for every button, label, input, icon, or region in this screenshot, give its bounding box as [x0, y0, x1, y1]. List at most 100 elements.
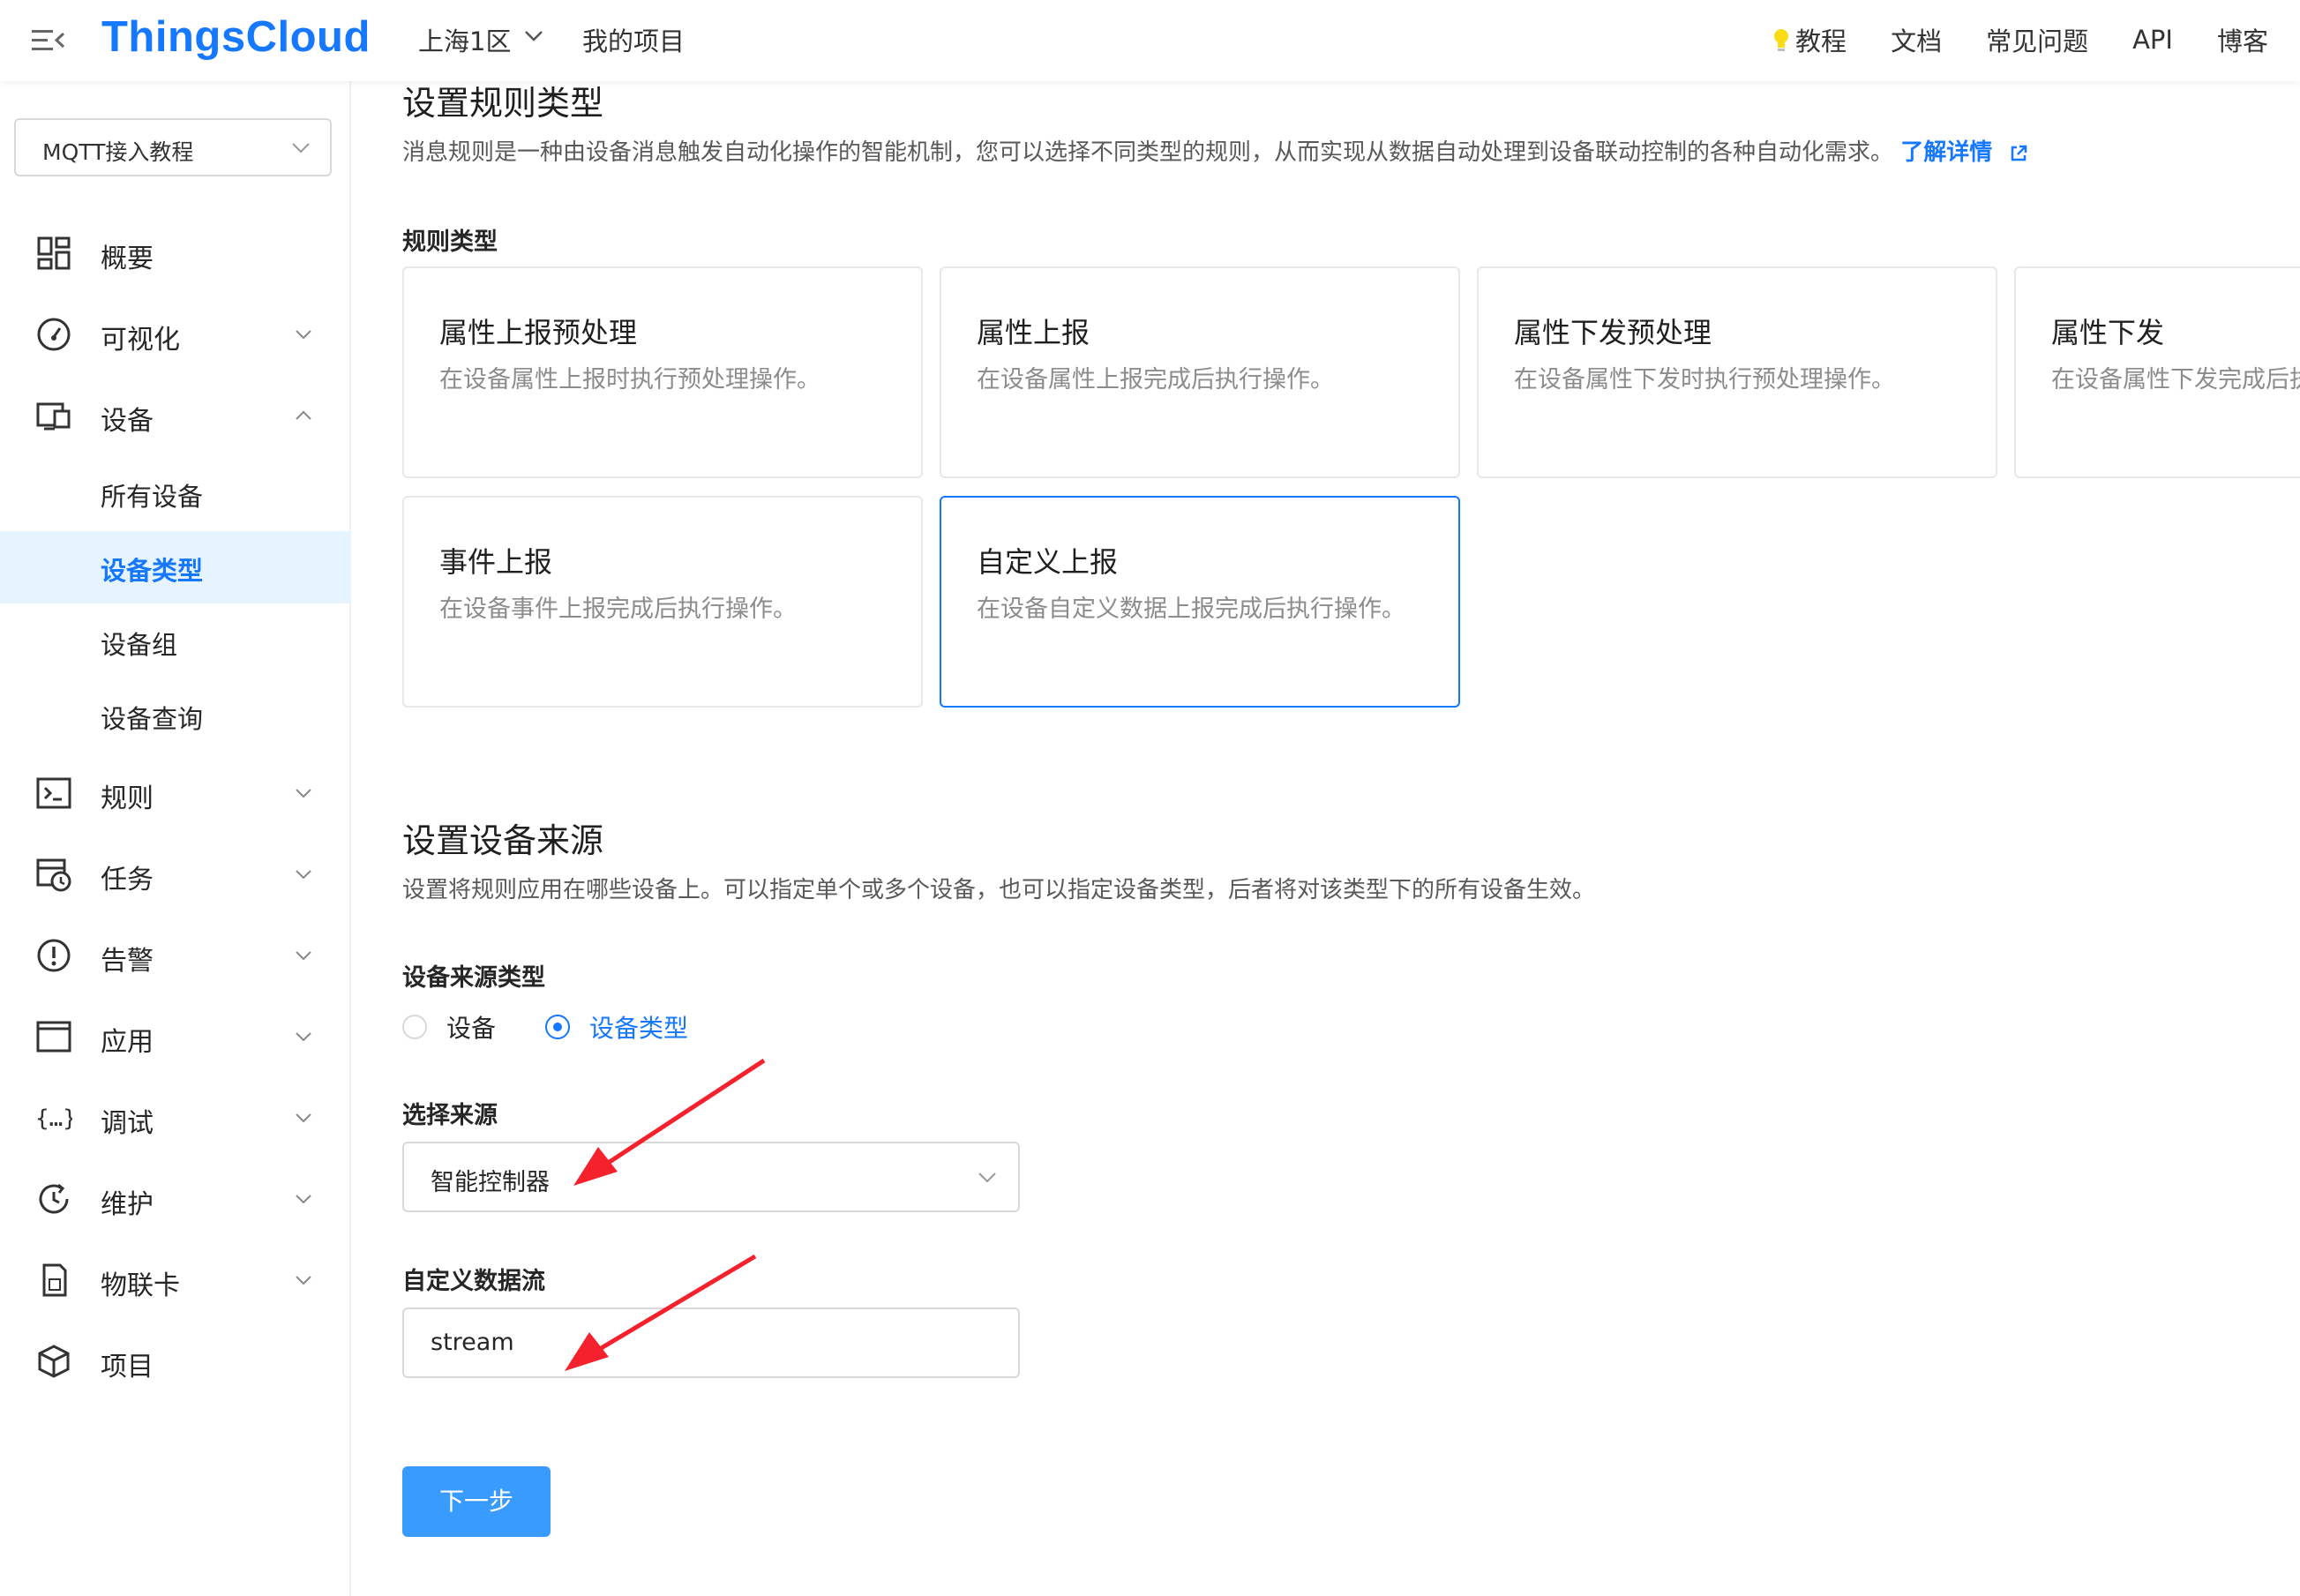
region-selector[interactable]: 上海1区 — [418, 21, 511, 58]
project-selector-value: MQTT接入教程 — [42, 139, 194, 165]
annotation-arrow-icon — [565, 1254, 757, 1371]
sidebar-item-label: 设备查询 — [101, 704, 204, 734]
app-window-icon — [36, 1021, 71, 1053]
rule-card-property-set[interactable]: 属性下发 在设备属性下发完成后执行操作。 — [2014, 266, 2300, 478]
chevron-up-icon — [296, 410, 311, 420]
top-links: 教程 文档 常见问题 API 博客 — [1772, 21, 2268, 58]
package-icon — [38, 1345, 70, 1378]
sidebar-item-device-query[interactable]: 设备查询 — [0, 679, 351, 752]
chevron-down-icon[interactable] — [524, 30, 543, 42]
learn-more-label: 了解详情 — [1900, 139, 1993, 166]
device-source-description: 设置将规则应用在哪些设备上。可以指定单个或多个设备，也可以指定设备类型，后者将对… — [402, 877, 1596, 903]
sidebar-item-tasks[interactable]: 任务 — [0, 838, 351, 910]
sidebar-item-debug[interactable]: {…} 调试 — [0, 1082, 351, 1154]
radio-checked-icon — [545, 1015, 570, 1039]
sidebar-item-label: 可视化 — [101, 325, 180, 356]
rule-card-desc: 在设备属性上报时执行预处理操作。 — [439, 366, 820, 393]
source-type-label: 设备来源类型 — [402, 964, 545, 992]
terminal-icon — [36, 777, 71, 809]
blog-link[interactable]: 博客 — [2217, 21, 2268, 58]
sidebar-item-label: 应用 — [101, 1027, 154, 1058]
sidebar-item-device[interactable]: 设备 — [0, 379, 351, 452]
chevron-down-icon — [296, 1276, 311, 1285]
chevron-down-icon — [296, 1032, 311, 1042]
next-step-button[interactable]: 下一步 — [402, 1466, 551, 1537]
rule-card-custom-report[interactable]: 自定义上报 在设备自定义数据上报完成后执行操作。 — [940, 496, 1460, 708]
sidebar-item-label: 任务 — [101, 865, 154, 895]
chevron-down-icon — [292, 143, 310, 154]
sidebar-item-label: 设备组 — [101, 630, 178, 660]
rule-card-title: 自定义上报 — [977, 545, 1119, 579]
sidebar-item-label: 告警 — [101, 946, 154, 977]
sidebar-item-device-groups[interactable]: 设备组 — [0, 605, 351, 678]
sidebar-item-label: 维护 — [101, 1189, 154, 1220]
sim-card-icon — [42, 1263, 67, 1297]
custom-stream-label: 自定义数据流 — [402, 1268, 545, 1295]
select-source-label: 选择来源 — [402, 1102, 498, 1129]
rule-type-label: 规则类型 — [402, 229, 498, 256]
radio-device-type[interactable]: 设备类型 — [545, 1009, 688, 1045]
docs-link[interactable]: 文档 — [1891, 21, 1942, 58]
sidebar-item-all-devices[interactable]: 所有设备 — [0, 457, 351, 529]
rule-card-event-report[interactable]: 事件上报 在设备事件上报完成后执行操作。 — [402, 496, 923, 708]
rule-type-title: 设置规则类型 — [402, 84, 604, 123]
device-icon — [36, 402, 71, 431]
menu-fold-icon[interactable] — [32, 25, 67, 56]
external-link-icon — [2012, 145, 2027, 161]
sidebar-item-visual[interactable]: 可视化 — [0, 298, 351, 371]
rule-card-desc: 在设备属性下发完成后执行操作。 — [2051, 366, 2300, 393]
rule-type-desc-text: 消息规则是一种由设备消息触发自动化操作的智能机制，您可以选择不同类型的规则，从而… — [402, 139, 1894, 166]
custom-stream-value: stream — [431, 1329, 514, 1356]
sidebar-item-apps[interactable]: 应用 — [0, 1000, 351, 1073]
api-link[interactable]: API — [2132, 25, 2173, 55]
sidebar-item-iot-card[interactable]: 物联卡 — [0, 1244, 351, 1316]
my-projects-link[interactable]: 我的项目 — [582, 21, 685, 58]
rule-card-property-set-preprocess[interactable]: 属性下发预处理 在设备属性下发时执行预处理操作。 — [1477, 266, 1997, 478]
chevron-down-icon — [296, 1195, 311, 1204]
sidebar-item-maintain[interactable]: 维护 — [0, 1163, 351, 1235]
rule-card-title: 属性上报预处理 — [439, 316, 638, 349]
radio-circle-icon — [402, 1015, 427, 1039]
rule-card-desc: 在设备自定义数据上报完成后执行操作。 — [977, 596, 1405, 623]
main-content: 设置规则类型 消息规则是一种由设备消息触发自动化操作的智能机制，您可以选择不同类… — [351, 81, 2300, 1596]
sidebar-item-label: 所有设备 — [101, 482, 204, 512]
tutorial-link[interactable]: 教程 — [1772, 21, 1847, 58]
rule-card-property-report[interactable]: 属性上报 在设备属性上报完成后执行操作。 — [940, 266, 1460, 478]
rule-card-desc: 在设备事件上报完成后执行操作。 — [439, 596, 797, 623]
rule-type-description: 消息规则是一种由设备消息触发自动化操作的智能机制，您可以选择不同类型的规则，从而… — [402, 134, 2028, 167]
rule-card-title: 属性下发预处理 — [1514, 316, 1712, 349]
chevron-down-icon — [296, 870, 311, 880]
gauge-icon — [37, 318, 71, 351]
rule-card-title: 属性下发 — [2051, 316, 2165, 349]
history-icon — [39, 1183, 69, 1214]
device-source-title: 设置设备来源 — [402, 821, 604, 860]
annotation-arrow-icon — [573, 1058, 766, 1186]
chevron-down-icon — [296, 951, 311, 961]
rule-card-desc: 在设备属性上报完成后执行操作。 — [977, 366, 1334, 393]
learn-more-link[interactable]: 了解详情 — [1900, 139, 2028, 166]
project-selector[interactable]: MQTT接入教程 — [14, 118, 332, 176]
faq-link[interactable]: 常见问题 — [1986, 21, 2088, 58]
sidebar-item-label: 设备类型 — [101, 556, 204, 586]
rule-card-desc: 在设备属性下发时执行预处理操作。 — [1514, 366, 1895, 393]
chevron-down-icon — [978, 1173, 996, 1183]
sidebar-item-alarms[interactable]: 告警 — [0, 919, 351, 992]
dashboard-icon — [37, 236, 71, 270]
logo[interactable]: ThingsCloud — [101, 12, 371, 62]
sidebar-item-device-types[interactable]: 设备类型 — [0, 531, 351, 603]
top-bar: ThingsCloud 上海1区 我的项目 教程 文档 常见问题 API 博客 — [0, 0, 2300, 81]
radio-device[interactable]: 设备 — [402, 1009, 496, 1045]
alert-icon — [37, 939, 71, 972]
radio-label: 设备 — [446, 1014, 497, 1043]
sidebar-item-overview[interactable]: 概要 — [0, 217, 351, 289]
sidebar-item-label: 物联卡 — [101, 1270, 180, 1301]
sidebar-item-rules[interactable]: 规则 — [0, 757, 351, 829]
code-braces-icon: {…} — [35, 1105, 72, 1132]
lightbulb-icon — [1774, 29, 1789, 51]
sidebar-item-project[interactable]: 项目 — [0, 1325, 351, 1397]
rule-card-title: 事件上报 — [439, 545, 553, 579]
rule-card-property-report-preprocess[interactable]: 属性上报预处理 在设备属性上报时执行预处理操作。 — [402, 266, 923, 478]
schedule-icon — [36, 858, 71, 892]
rule-card-title: 属性上报 — [977, 316, 1090, 349]
sidebar-item-label: 概要 — [101, 244, 154, 274]
